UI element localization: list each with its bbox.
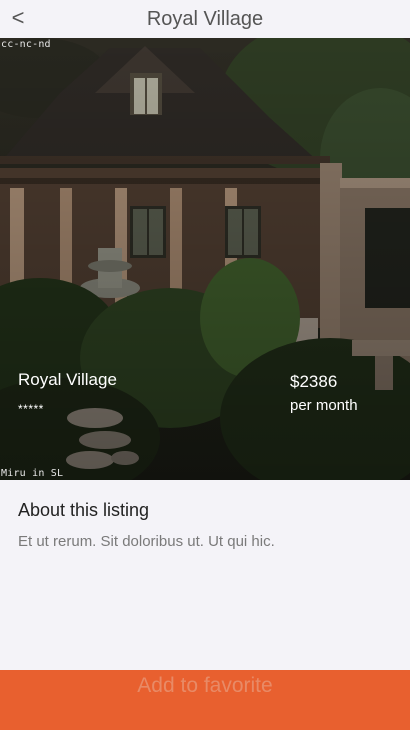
listing-detail-screen: < Royal Village cc-nc-nd Miru in SL Roya… — [0, 0, 410, 730]
about-heading: About this listing — [18, 500, 150, 520]
listing-name: Royal Village — [18, 370, 117, 389]
page-title: Royal Village — [146, 8, 264, 30]
top-bar: < Royal Village — [0, 0, 410, 38]
add-to-favorite-label: Add to favorite — [137, 674, 273, 697]
add-to-favorite-button[interactable]: Add to favorite — [0, 670, 410, 730]
listing-photo: cc-nc-nd Miru in SL Royal Village ***** … — [0, 38, 410, 480]
credit-watermark: Miru in SL — [1, 468, 64, 479]
license-watermark: cc-nc-nd — [1, 39, 51, 50]
price-period: per month — [290, 397, 358, 414]
listing-price: $2386 — [290, 372, 338, 391]
about-description: Et ut rerum. Sit doloribus ut. Ut qui hi… — [18, 533, 275, 550]
rating-stars: ***** — [18, 402, 44, 416]
